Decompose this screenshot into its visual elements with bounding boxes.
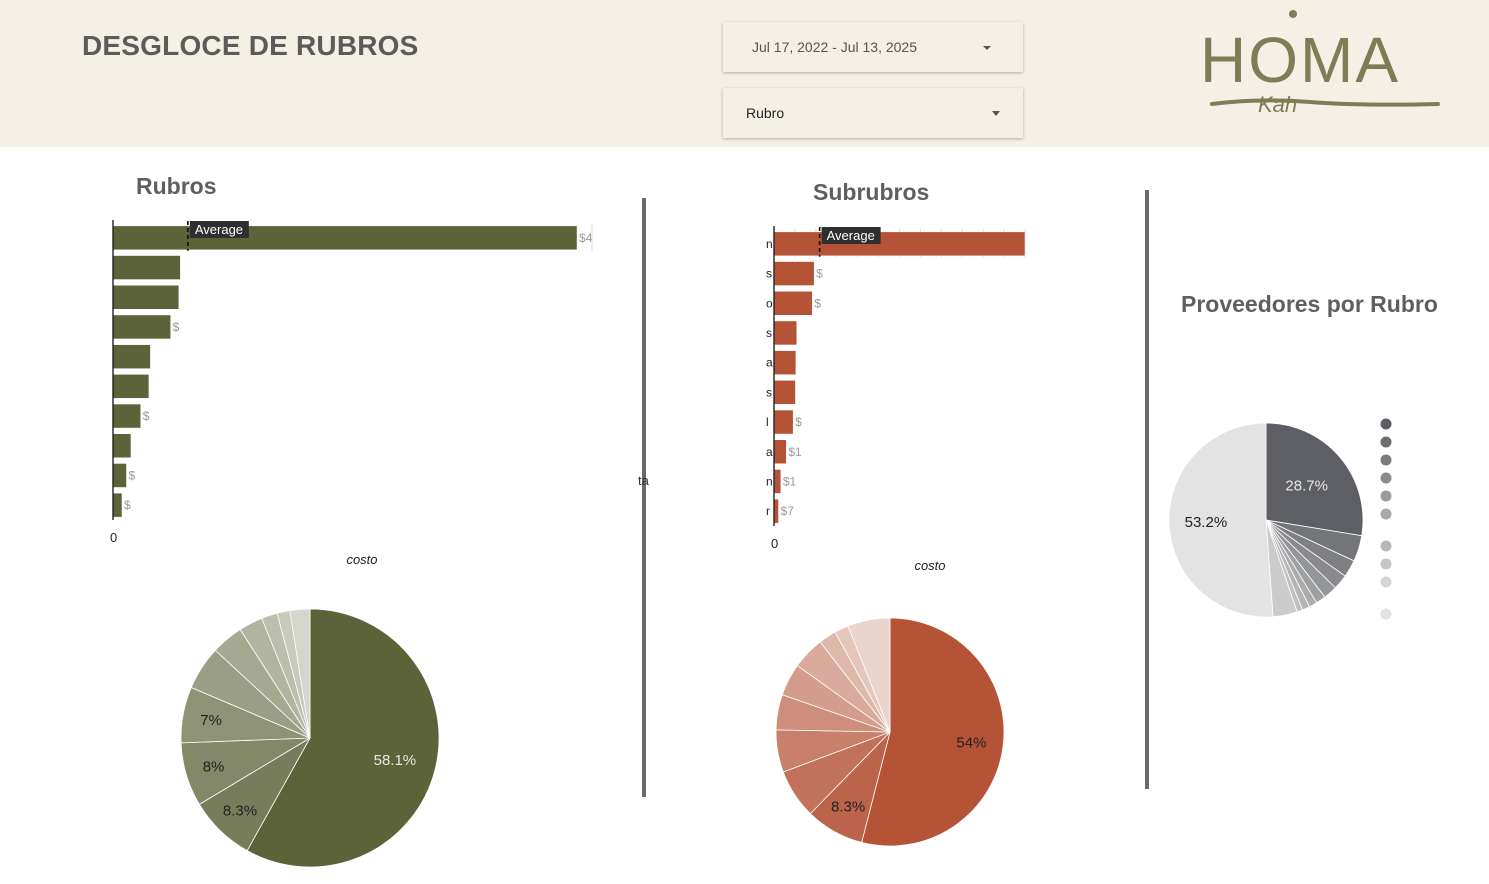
column-divider xyxy=(642,198,646,797)
subrubros-pie-chart: 54% 8.3% xyxy=(775,617,1005,847)
proveedores-pie-chart: 28.7% 53.2% xyxy=(1168,418,1392,620)
legend-marker xyxy=(1380,576,1392,588)
slice-label: 54% xyxy=(956,734,986,751)
bar-value-label: $1 xyxy=(788,445,802,459)
date-range-picker[interactable]: Jul 17, 2022 - Jul 13, 2025 xyxy=(723,22,1023,72)
bar xyxy=(773,380,796,405)
bar xyxy=(773,231,1026,257)
slice-label: 8.3% xyxy=(831,799,865,816)
bar xyxy=(773,469,782,494)
bar-value-label: $ xyxy=(173,320,180,334)
rubro-filter-dropdown[interactable]: Rubro xyxy=(723,88,1023,138)
legend-marker xyxy=(1380,540,1392,552)
legend-marker xyxy=(1380,508,1392,520)
slice-label: 58.1% xyxy=(374,752,417,769)
bar xyxy=(112,463,127,488)
bar xyxy=(773,439,787,464)
rubros-bar-chart: $4 $ $ $ $ Average 0 costo xyxy=(110,220,593,567)
proveedores-title: Proveedores por Rubro xyxy=(1181,291,1438,317)
slice-label: 28.7% xyxy=(1285,477,1328,494)
category-label: a xyxy=(766,356,773,370)
subrubros-bar-chart: n $ s $ o s a s $ l $1 a $1 n $7 r Average 0 costo xyxy=(766,226,1026,573)
chevron-down-icon xyxy=(992,111,1000,116)
bar-value-label: $ xyxy=(124,498,131,512)
x-tick-label: 0 xyxy=(110,530,117,545)
x-axis-label: costo xyxy=(914,558,945,573)
column-divider xyxy=(1145,190,1149,789)
chevron-down-icon xyxy=(983,46,991,50)
slice-label: 8.3% xyxy=(223,802,257,819)
legend-marker xyxy=(1380,490,1392,502)
page-title: DESGLOCE DE RUBROS xyxy=(82,30,419,61)
average-label: Average xyxy=(195,222,243,237)
subrubros-title: Subrubros xyxy=(813,179,930,205)
bar-value-label: $ xyxy=(128,468,135,482)
logo-text: HOMA xyxy=(1200,24,1400,96)
legend xyxy=(1380,418,1392,620)
average-label: Average xyxy=(827,228,875,243)
legend-marker xyxy=(1380,472,1392,484)
logo-subtext: Kah xyxy=(1258,92,1297,116)
bar xyxy=(112,255,181,280)
slice-label: 53.2% xyxy=(1185,514,1228,531)
category-label: l xyxy=(766,415,769,429)
bar xyxy=(112,285,180,310)
category-label: n xyxy=(766,474,773,488)
bar xyxy=(112,403,141,429)
bar xyxy=(112,344,151,369)
truncated-label: ta xyxy=(638,473,649,488)
legend-marker xyxy=(1380,418,1392,430)
x-tick-label: 0 xyxy=(771,536,778,551)
bar-value-label: $ xyxy=(795,415,802,429)
category-label: s xyxy=(766,267,772,281)
bar-value-label: $ xyxy=(816,267,823,281)
legend-marker xyxy=(1380,558,1392,570)
page-header: DESGLOCE DE RUBROS Jul 17, 2022 - Jul 13… xyxy=(0,0,1489,147)
legend-marker xyxy=(1380,454,1392,466)
rubros-title: Rubros xyxy=(136,173,217,199)
legend-marker xyxy=(1380,436,1392,448)
bar xyxy=(112,433,132,458)
bar xyxy=(773,320,798,346)
slice-label: 7% xyxy=(200,712,222,729)
bar xyxy=(773,261,815,286)
bar xyxy=(112,492,123,518)
rubros-pie-chart: 58.1% 8.3% 8% 7% xyxy=(180,608,440,868)
bar xyxy=(773,350,797,375)
date-range-value: Jul 17, 2022 - Jul 13, 2025 xyxy=(752,39,918,55)
bar xyxy=(773,291,813,316)
bar xyxy=(112,314,171,340)
category-label: r xyxy=(766,504,770,518)
category-label: s xyxy=(766,385,772,399)
category-label: s xyxy=(766,326,772,340)
legend-marker xyxy=(1380,608,1392,620)
bar xyxy=(112,374,150,399)
category-label: a xyxy=(766,445,773,459)
bar-value-label: $ xyxy=(143,409,150,423)
bar-value-label: $7 xyxy=(781,504,795,518)
bar-value-label: $4 xyxy=(579,231,593,245)
bar xyxy=(112,225,578,251)
slice-label: 8% xyxy=(203,759,225,776)
rubro-filter-label: Rubro xyxy=(746,105,785,121)
bar xyxy=(773,409,794,435)
x-axis-label: costo xyxy=(346,552,377,567)
bar-value-label: $1 xyxy=(783,474,797,488)
category-label: n xyxy=(766,237,773,251)
homa-logo: HOMA Kah xyxy=(1200,10,1440,116)
category-label: o xyxy=(766,296,773,310)
bar-value-label: $ xyxy=(814,296,821,310)
